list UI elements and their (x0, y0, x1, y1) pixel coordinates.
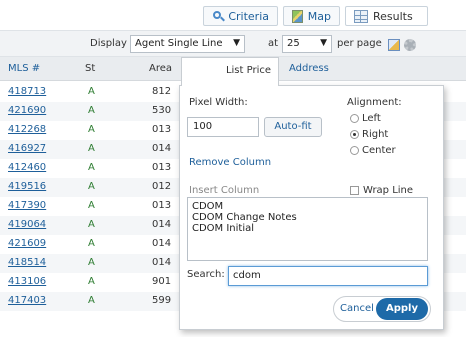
display-toolbar: Display Agent Single Line ▼ at 25 ▼ per … (0, 30, 466, 57)
mls-link[interactable]: 419064 (8, 219, 46, 230)
cancel-button[interactable]: Cancel (338, 299, 376, 319)
align-left-radio[interactable]: Left (350, 113, 381, 124)
area-cell: 014 (152, 257, 172, 268)
display-label: Display (90, 38, 127, 49)
align-right-label: Right (362, 129, 389, 140)
view-tabs: Criteria Map Results (0, 0, 466, 30)
insert-column-list[interactable]: CDOM CDOM Change Notes CDOM Initial (187, 197, 428, 261)
display-select[interactable]: Agent Single Line ▼ (130, 35, 245, 53)
map-icon (292, 9, 303, 23)
mls-link[interactable]: 412460 (8, 162, 46, 173)
pixel-width-input[interactable]: 100 (187, 117, 259, 137)
mls-link[interactable]: 421609 (8, 238, 46, 249)
area-cell: 812 (152, 86, 172, 97)
remove-column-link[interactable]: Remove Column (189, 157, 271, 168)
area-cell: 013 (152, 124, 172, 135)
area-cell: 014 (152, 143, 172, 154)
mls-link[interactable]: 416927 (8, 143, 46, 154)
status-cell: A (88, 124, 95, 135)
tab-results-label: Results (373, 9, 413, 23)
checkbox-icon (350, 186, 359, 195)
area-cell: 013 (152, 162, 172, 173)
per-page-select-value: 25 (287, 38, 300, 49)
status-cell: A (88, 105, 95, 116)
area-cell: 599 (152, 295, 172, 306)
insert-option[interactable]: CDOM Change Notes (192, 212, 423, 223)
column-header-address[interactable]: Address (289, 63, 329, 74)
status-cell: A (88, 143, 95, 154)
tab-criteria-label: Criteria (228, 9, 269, 23)
display-select-value: Agent Single Line (135, 38, 223, 49)
area-cell: 901 (152, 276, 172, 287)
tab-map[interactable]: Map (283, 6, 340, 26)
auto-fit-button[interactable]: Auto-fit (264, 117, 322, 137)
search-label: Search: (187, 269, 225, 280)
tab-results[interactable]: Results (345, 6, 428, 26)
apply-button[interactable]: Apply (376, 298, 428, 320)
mls-link[interactable]: 418514 (8, 257, 46, 268)
align-left-label: Left (362, 113, 381, 124)
chevron-down-icon: ▼ (320, 38, 327, 48)
column-header-mls[interactable]: MLS # (8, 63, 40, 74)
status-cell: A (88, 162, 95, 173)
at-label: at (268, 38, 279, 49)
mls-link[interactable]: 421690 (8, 105, 46, 116)
mls-link[interactable]: 418713 (8, 86, 46, 97)
align-right-radio[interactable]: Right (350, 129, 388, 140)
tab-criteria[interactable]: Criteria (203, 6, 278, 26)
pixel-width-label: Pixel Width: (189, 97, 248, 108)
column-settings-popup: Pixel Width: 100 Auto-fit Alignment: Lef… (179, 85, 444, 330)
export-icon[interactable] (388, 39, 400, 51)
status-cell: A (88, 181, 95, 192)
area-cell: 013 (152, 200, 172, 211)
wrap-line-checkbox[interactable]: Wrap Line (350, 185, 413, 196)
status-cell: A (88, 238, 95, 249)
mls-link[interactable]: 412268 (8, 124, 46, 135)
status-cell: A (88, 276, 95, 287)
status-cell: A (88, 86, 95, 97)
area-cell: 014 (152, 238, 172, 249)
align-center-label: Center (362, 145, 396, 156)
radio-icon (350, 146, 359, 155)
alignment-label: Alignment: (347, 97, 402, 108)
per-page-select[interactable]: 25 ▼ (282, 35, 332, 53)
wrap-line-label: Wrap Line (363, 185, 414, 196)
status-cell: A (88, 257, 95, 268)
mls-link[interactable]: 417403 (8, 295, 46, 306)
chevron-down-icon: ▼ (233, 38, 240, 48)
mls-link[interactable]: 413106 (8, 276, 46, 287)
insert-column-label: Insert Column (189, 185, 260, 196)
insert-option[interactable]: CDOM Initial (192, 223, 423, 234)
column-header-status[interactable]: St (85, 63, 95, 74)
area-cell: 012 (152, 181, 172, 192)
mls-link[interactable]: 417390 (8, 200, 46, 211)
area-cell: 014 (152, 219, 172, 230)
status-cell: A (88, 295, 95, 306)
radio-icon (350, 114, 359, 123)
status-cell: A (88, 200, 95, 211)
area-cell: 530 (152, 105, 172, 116)
search-icon (212, 10, 223, 23)
status-cell: A (88, 219, 95, 230)
radio-selected-icon (350, 130, 359, 139)
column-search-input[interactable]: cdom (228, 266, 428, 286)
tab-map-label: Map (307, 9, 331, 23)
mls-link[interactable]: 419516 (8, 181, 46, 192)
insert-option[interactable]: CDOM (192, 201, 423, 212)
align-center-radio[interactable]: Center (350, 145, 396, 156)
gear-icon[interactable] (404, 39, 416, 51)
column-header-list-price[interactable]: List Price (181, 57, 279, 86)
per-page-label: per page (337, 38, 382, 49)
column-header-area[interactable]: Area (149, 63, 172, 74)
grid-icon (354, 9, 368, 23)
